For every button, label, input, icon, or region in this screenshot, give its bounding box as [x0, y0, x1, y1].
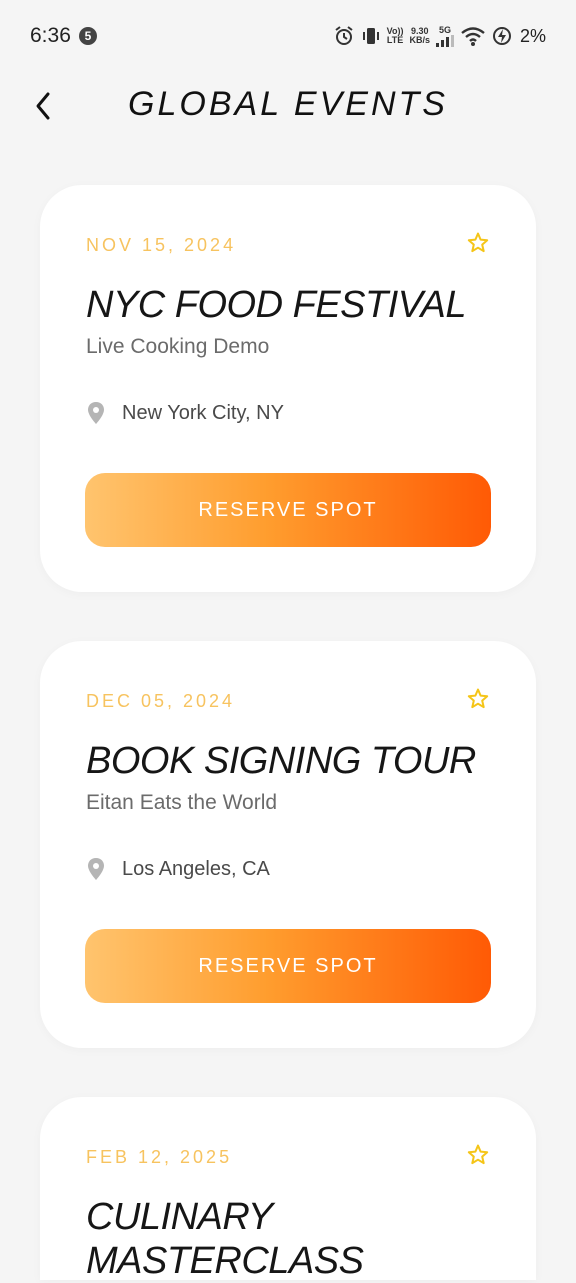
event-card: FEB 12, 2025 CULINARY MASTERCLASS — [40, 1097, 536, 1282]
vibrate-icon — [361, 25, 381, 47]
location-pin-icon — [88, 858, 104, 880]
reserve-spot-button[interactable]: RESERVE SPOT — [85, 929, 491, 1003]
volte-indicator: Vo)) LTE — [387, 27, 404, 45]
header: GLOBAL EVENTS — [0, 78, 576, 134]
event-card: DEC 05, 2024 BOOK SIGNING TOUR Eitan Eat… — [40, 641, 536, 1048]
event-date: NOV 15, 2024 — [86, 235, 237, 255]
event-title: NYC FOOD FESTIVAL — [86, 284, 467, 326]
event-location: New York City, NY — [86, 401, 284, 425]
location-text: New York City, NY — [122, 401, 284, 424]
page-title: GLOBAL EVENTS — [128, 85, 448, 123]
star-icon — [467, 1144, 489, 1165]
favorite-button[interactable] — [466, 687, 490, 711]
notification-count-badge: 5 — [79, 27, 97, 45]
alarm-icon — [333, 25, 355, 47]
location-text: Los Angeles, CA — [122, 857, 270, 880]
signal-bars-icon — [435, 34, 454, 47]
location-pin-icon — [88, 402, 104, 424]
event-date: DEC 05, 2024 — [86, 691, 236, 711]
favorite-button[interactable] — [466, 1143, 490, 1167]
event-date: FEB 12, 2025 — [86, 1147, 233, 1167]
event-subtitle: Live Cooking Demo — [86, 335, 270, 358]
event-title: BOOK SIGNING TOUR — [86, 740, 476, 782]
network-speed-unit: KB/s — [409, 35, 430, 45]
status-icons: Vo)) LTE 9.30 KB/s 5G 2% — [333, 22, 546, 50]
reserve-spot-button[interactable]: RESERVE SPOT — [85, 473, 491, 547]
star-icon — [467, 688, 489, 709]
signal-indicator: 5G — [435, 24, 454, 47]
event-subtitle: Eitan Eats the World — [86, 791, 278, 814]
volte-line-2: LTE — [386, 35, 404, 45]
battery-percentage: 2% — [519, 25, 546, 46]
event-title: CULINARY MASTERCLASS — [86, 1196, 364, 1282]
event-location: Los Angeles, CA — [86, 857, 270, 881]
network-speed: 9.30 KB/s — [409, 27, 430, 45]
star-icon — [467, 232, 489, 253]
status-time: 6:36 — [30, 24, 71, 47]
battery-charging-icon — [492, 26, 512, 46]
event-card: NOV 15, 2024 NYC FOOD FESTIVAL Live Cook… — [40, 185, 536, 592]
favorite-button[interactable] — [466, 231, 490, 255]
status-bar: 6:36 5 Vo)) LTE 9.30 KB/s 5G 2% — [0, 0, 576, 70]
network-type: 5G — [438, 24, 451, 35]
wifi-icon — [460, 25, 486, 47]
